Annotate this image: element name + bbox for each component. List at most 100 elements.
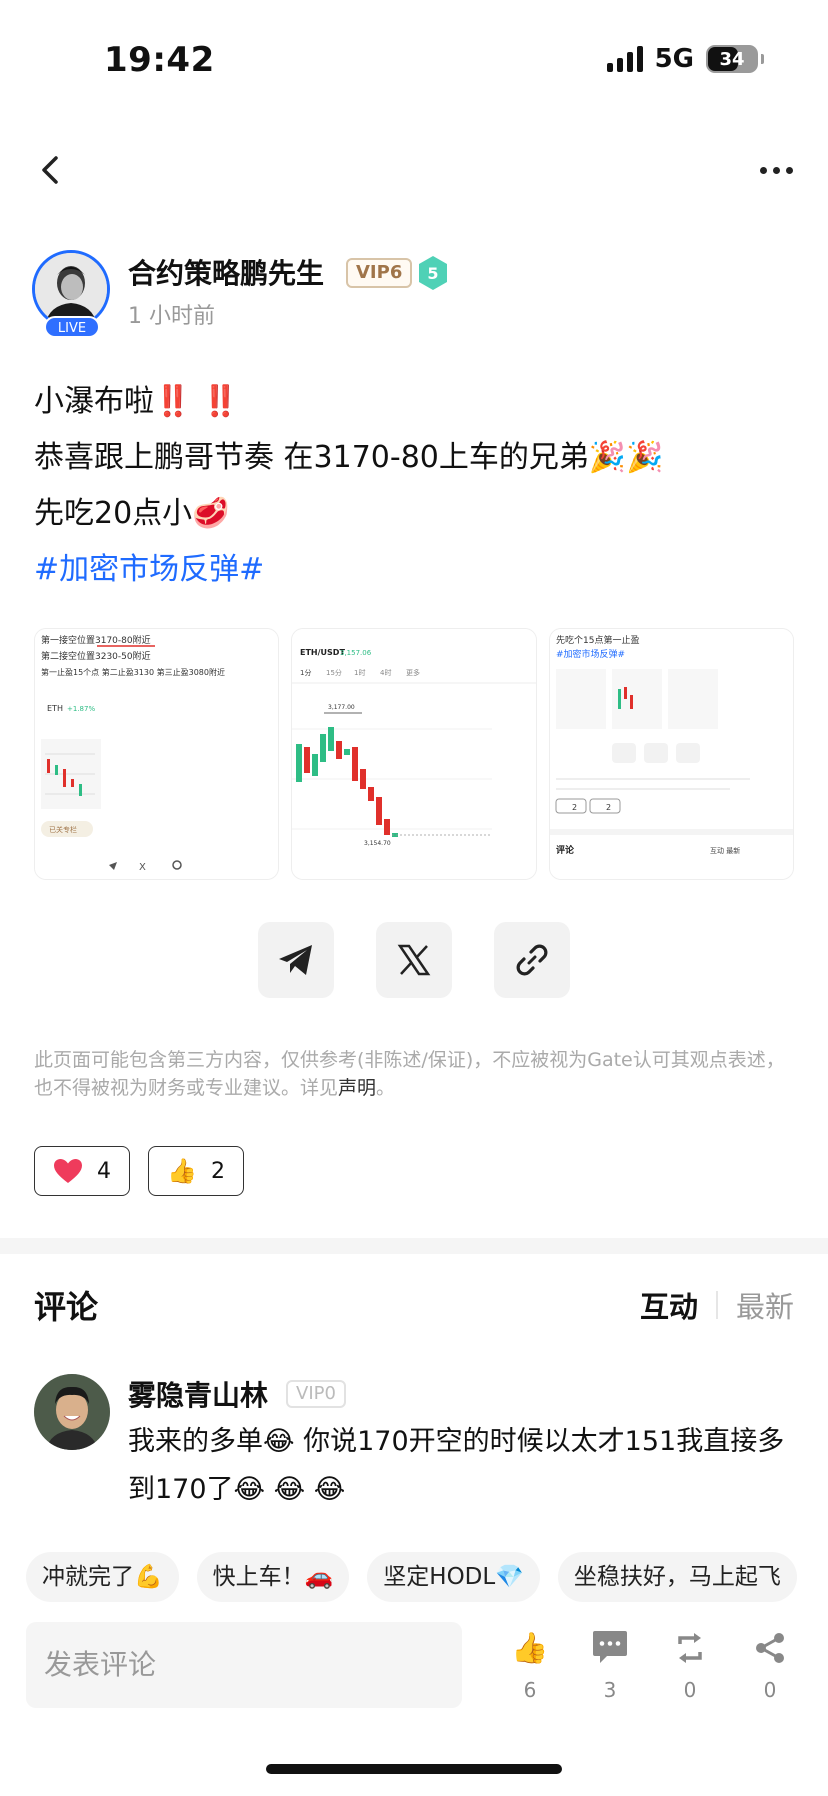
disclaimer-link[interactable]: 声明 [338,1077,376,1099]
author-photo [35,253,107,325]
tab-interactive[interactable]: 互动 [640,1284,698,1326]
commenter-avatar[interactable] [34,1374,110,1450]
img2-tab-3: 1时 [354,668,365,677]
signal-icon [606,46,643,72]
img2-tab-2: 15分 [326,668,342,677]
battery-icon: 34 [706,45,764,73]
post-line-4: #加密市场反弹# [34,542,794,598]
chevron-left-icon [42,156,58,184]
comment-sort-tabs: 互动 最新 [640,1284,794,1326]
live-badge: LIVE [44,316,100,338]
share-x-button[interactable] [376,922,452,998]
repost-icon [672,1628,708,1668]
thumbs-up-icon: 👍 [511,1630,549,1666]
img2-high: 3,177.00 [328,704,355,711]
img3-likes: 2 [572,803,577,812]
nav-bar [0,140,828,200]
like-count: 6 [523,1678,537,1702]
thumbs-up-icon: 👍 [167,1157,197,1185]
vip-badge: VIP6 [346,258,413,288]
tab-latest[interactable]: 最新 [736,1284,794,1326]
share-count: 0 [763,1678,777,1702]
img2-tab-1: 1分 [300,668,311,677]
x-logo-icon [397,944,431,976]
quick-reply-3[interactable]: 坚定HODL💎 [367,1552,540,1602]
comment-text: 我来的多单😂 你说170开空的时候以太才151我直接多到170了😂 😂 😂 [128,1426,785,1505]
back-button[interactable] [32,148,72,192]
share-button[interactable]: 0 [730,1628,810,1702]
img1-tag: 已关专栏 [49,825,77,834]
svg-text:X: X [139,862,146,873]
section-divider [0,1238,828,1254]
status-indicators: 5G 34 [606,44,764,74]
post-line-1: 小瀑布啦‼️ ‼️ [34,384,240,419]
network-type: 5G [654,44,694,74]
thumb-reaction-button[interactable]: 👍 2 [148,1146,244,1196]
thumb-count: 2 [210,1158,225,1184]
like-button[interactable]: 👍 6 [490,1628,570,1703]
post-author: LIVE 合约策略鹏先生 VIP6 5 1 小时前 [32,250,792,340]
hashtag-link[interactable]: #加密市场反弹# [34,552,264,587]
reactions: 4 👍 2 [34,1146,244,1196]
commenter-vip-badge: VIP0 [286,1380,346,1408]
post-line-3: 先吃20点小🥩 [34,496,230,531]
heart-reaction-button[interactable]: 4 [34,1146,130,1196]
more-dots-icon [759,166,767,174]
comment-button[interactable]: 3 [570,1628,650,1702]
author-name[interactable]: 合约策略鹏先生 [128,252,324,292]
share-telegram-button[interactable] [258,922,334,998]
quick-reply-1[interactable]: 冲就完了💪 [26,1552,179,1602]
status-time: 19:42 [104,40,215,80]
level-badge: 5 [416,254,450,292]
img1-line3: 第一止盈15个点 第二止盈3130 第三止盈3080附近 [41,667,225,677]
img3-thumbs: 2 [606,803,611,812]
img3-hashtag: #加密市场反弹# [556,648,625,660]
share-icon [752,1628,788,1668]
meat-emoji: 🥩 [192,496,230,531]
quick-reply-4[interactable]: 坐稳扶好，马上起飞 [557,1552,797,1602]
level-number: 5 [427,264,438,283]
img2-tab-5: 更多 [406,668,420,677]
heart-icon [54,1159,82,1183]
post-image-2[interactable]: ETH/USDT 3,157.06 1分 15分 1时 4时 更多 3,177.… [291,628,537,880]
more-button[interactable] [752,150,800,190]
post-time: 1 小时前 [128,304,215,329]
img1-pct: +1.87% [67,705,95,713]
img2-price: 3,157.06 [340,649,372,657]
status-bar: 19:42 5G 34 [0,0,828,120]
img3-footer-right: 互动 最新 [710,846,740,855]
repost-button[interactable]: 0 [650,1628,730,1702]
comment-icon [591,1628,629,1668]
repost-count: 0 [683,1678,697,1702]
home-indicator [266,1764,562,1774]
img3-footer-left: 评论 [556,844,575,856]
comment-input[interactable]: 发表评论 [26,1622,462,1708]
party-popper-emoji: 🎉🎉 [588,440,664,475]
post-actions: 👍 6 3 0 0 [490,1628,810,1702]
img2-tab-4: 4时 [380,668,391,677]
double-exclamation-emoji: ‼️ ‼️ [154,384,240,419]
quick-replies: 冲就完了💪 快上车！🚗 坚定HODL💎 坐稳扶好，马上起飞 [26,1552,828,1602]
share-buttons [258,922,570,998]
post-line-2: 恭喜跟上鹏哥节奏 在3170-80上车的兄弟🎉🎉 [34,440,664,475]
img3-title: 先吃个15点第一止盈 [556,634,639,646]
post-image-3[interactable]: 先吃个15点第一止盈 #加密市场反弹# 2 2 评论 互动 最新 [548,628,794,880]
heart-count: 4 [97,1158,111,1184]
commenter-photo [34,1374,110,1450]
commenter-name[interactable]: 雾隐青山林 [128,1374,268,1414]
quick-reply-2[interactable]: 快上车！🚗 [196,1552,350,1602]
comments-title: 评论 [34,1288,99,1326]
comment-count: 3 [603,1678,617,1702]
img2-low: 3,154.70 [364,840,391,847]
link-icon [516,944,548,976]
battery-level: 34 [719,48,745,70]
post-content: 小瀑布啦‼️ ‼️ 恭喜跟上鹏哥节奏 在3170-80上车的兄弟🎉🎉 先吃20点… [34,374,794,598]
img1-line1: 第一接空位置3170-80附近 [41,634,151,646]
telegram-icon [279,945,312,975]
img1-ticker: ETH [47,704,63,713]
copy-link-button[interactable] [494,922,570,998]
tab-separator [715,1291,718,1319]
img2-pair: ETH/USDT [300,648,345,657]
img1-line2: 第二接空位置3230-50附近 [41,650,151,662]
post-image-1[interactable]: 第一接空位置3170-80附近 第二接空位置3230-50附近 第一止盈15个点… [34,628,280,880]
